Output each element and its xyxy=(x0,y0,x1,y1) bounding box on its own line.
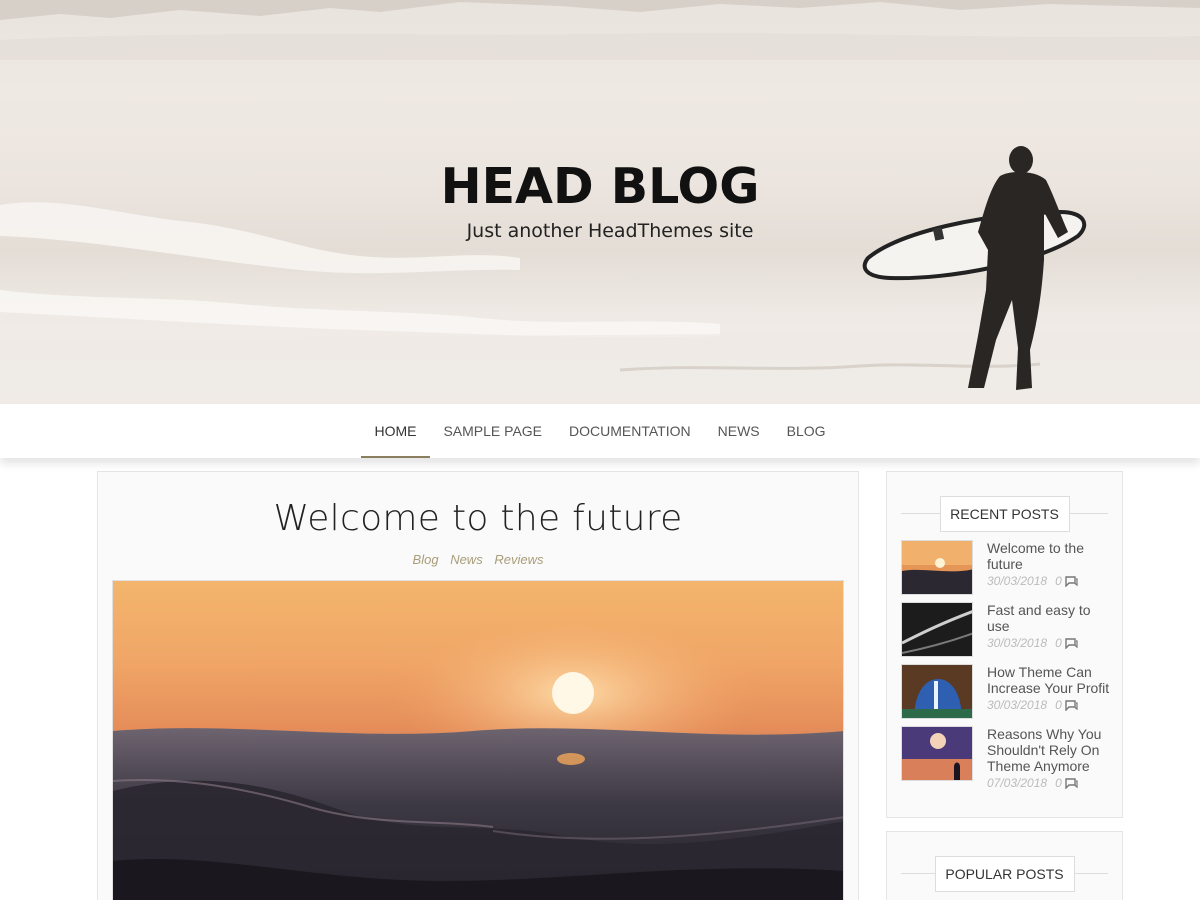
nav-item-sample-page[interactable]: SAMPLE PAGE xyxy=(430,404,556,458)
site-title[interactable]: HEAD BLOG xyxy=(0,158,1200,215)
comment-count[interactable]: 0 xyxy=(1055,698,1062,712)
recent-post-item[interactable]: Fast and easy to use 30/03/2018 0 xyxy=(901,602,1111,658)
recent-post-item[interactable]: Reasons Why You Shouldn't Rely On Theme … xyxy=(901,726,1111,790)
post-thumbnail[interactable] xyxy=(901,602,973,657)
main-navigation: HOME SAMPLE PAGE DOCUMENTATION NEWS BLOG xyxy=(0,404,1200,458)
recent-post-title[interactable]: Welcome to the future xyxy=(987,540,1111,572)
recent-post-item[interactable]: How Theme Can Increase Your Profit 30/03… xyxy=(901,664,1111,720)
comment-count[interactable]: 0 xyxy=(1055,574,1062,588)
recent-posts-title: RECENT POSTS xyxy=(939,496,1070,532)
site-tagline: Just another HeadThemes site xyxy=(466,220,754,242)
post-thumbnail[interactable] xyxy=(901,540,973,595)
comments-icon xyxy=(1065,778,1078,789)
recent-post-meta: 30/03/2018 0 xyxy=(987,574,1078,588)
post-thumbnail[interactable] xyxy=(901,726,973,781)
post-date: 30/03/2018 xyxy=(987,698,1048,712)
recent-post-meta: 30/03/2018 0 xyxy=(987,698,1078,712)
comments-icon xyxy=(1065,700,1078,711)
recent-posts-widget: RECENT POSTS Welcome to the future 30/03… xyxy=(886,471,1123,818)
nav-item-documentation[interactable]: DOCUMENTATION xyxy=(556,404,705,458)
nav-item-blog[interactable]: BLOG xyxy=(773,404,839,458)
popular-posts-widget: POPULAR POSTS xyxy=(886,831,1123,900)
comments-icon xyxy=(1065,638,1078,649)
recent-post-meta: 30/03/2018 0 xyxy=(987,636,1078,650)
post-card: Welcome to the future Blog News Reviews xyxy=(97,471,859,900)
recent-post-title[interactable]: Reasons Why You Shouldn't Rely On Theme … xyxy=(987,726,1111,774)
post-category-link[interactable]: News xyxy=(450,552,483,567)
recent-post-title[interactable]: How Theme Can Increase Your Profit xyxy=(987,664,1111,696)
widget-header: POPULAR POSTS xyxy=(901,856,1108,892)
post-category-link[interactable]: Reviews xyxy=(494,552,543,567)
nav-item-home[interactable]: HOME xyxy=(360,404,430,458)
post-date: 30/03/2018 xyxy=(987,574,1048,588)
comment-count[interactable]: 0 xyxy=(1055,636,1062,650)
post-title[interactable]: Welcome to the future xyxy=(98,498,858,539)
recent-post-item[interactable]: Welcome to the future 30/03/2018 0 xyxy=(901,540,1111,596)
header-banner: HEAD BLOG Just another HeadThemes site xyxy=(0,0,1200,404)
recent-post-title[interactable]: Fast and easy to use xyxy=(987,602,1111,634)
post-thumbnail[interactable] xyxy=(901,664,973,719)
popular-posts-title: POPULAR POSTS xyxy=(934,856,1075,892)
comment-count[interactable]: 0 xyxy=(1055,776,1062,790)
post-date: 07/03/2018 xyxy=(987,776,1048,790)
post-category-link[interactable]: Blog xyxy=(413,552,439,567)
post-featured-image[interactable] xyxy=(112,580,844,900)
post-categories: Blog News Reviews xyxy=(98,552,858,567)
recent-post-meta: 07/03/2018 0 xyxy=(987,776,1078,790)
comments-icon xyxy=(1065,576,1078,587)
nav-item-news[interactable]: NEWS xyxy=(704,404,773,458)
post-date: 30/03/2018 xyxy=(987,636,1048,650)
widget-header: RECENT POSTS xyxy=(901,496,1108,532)
